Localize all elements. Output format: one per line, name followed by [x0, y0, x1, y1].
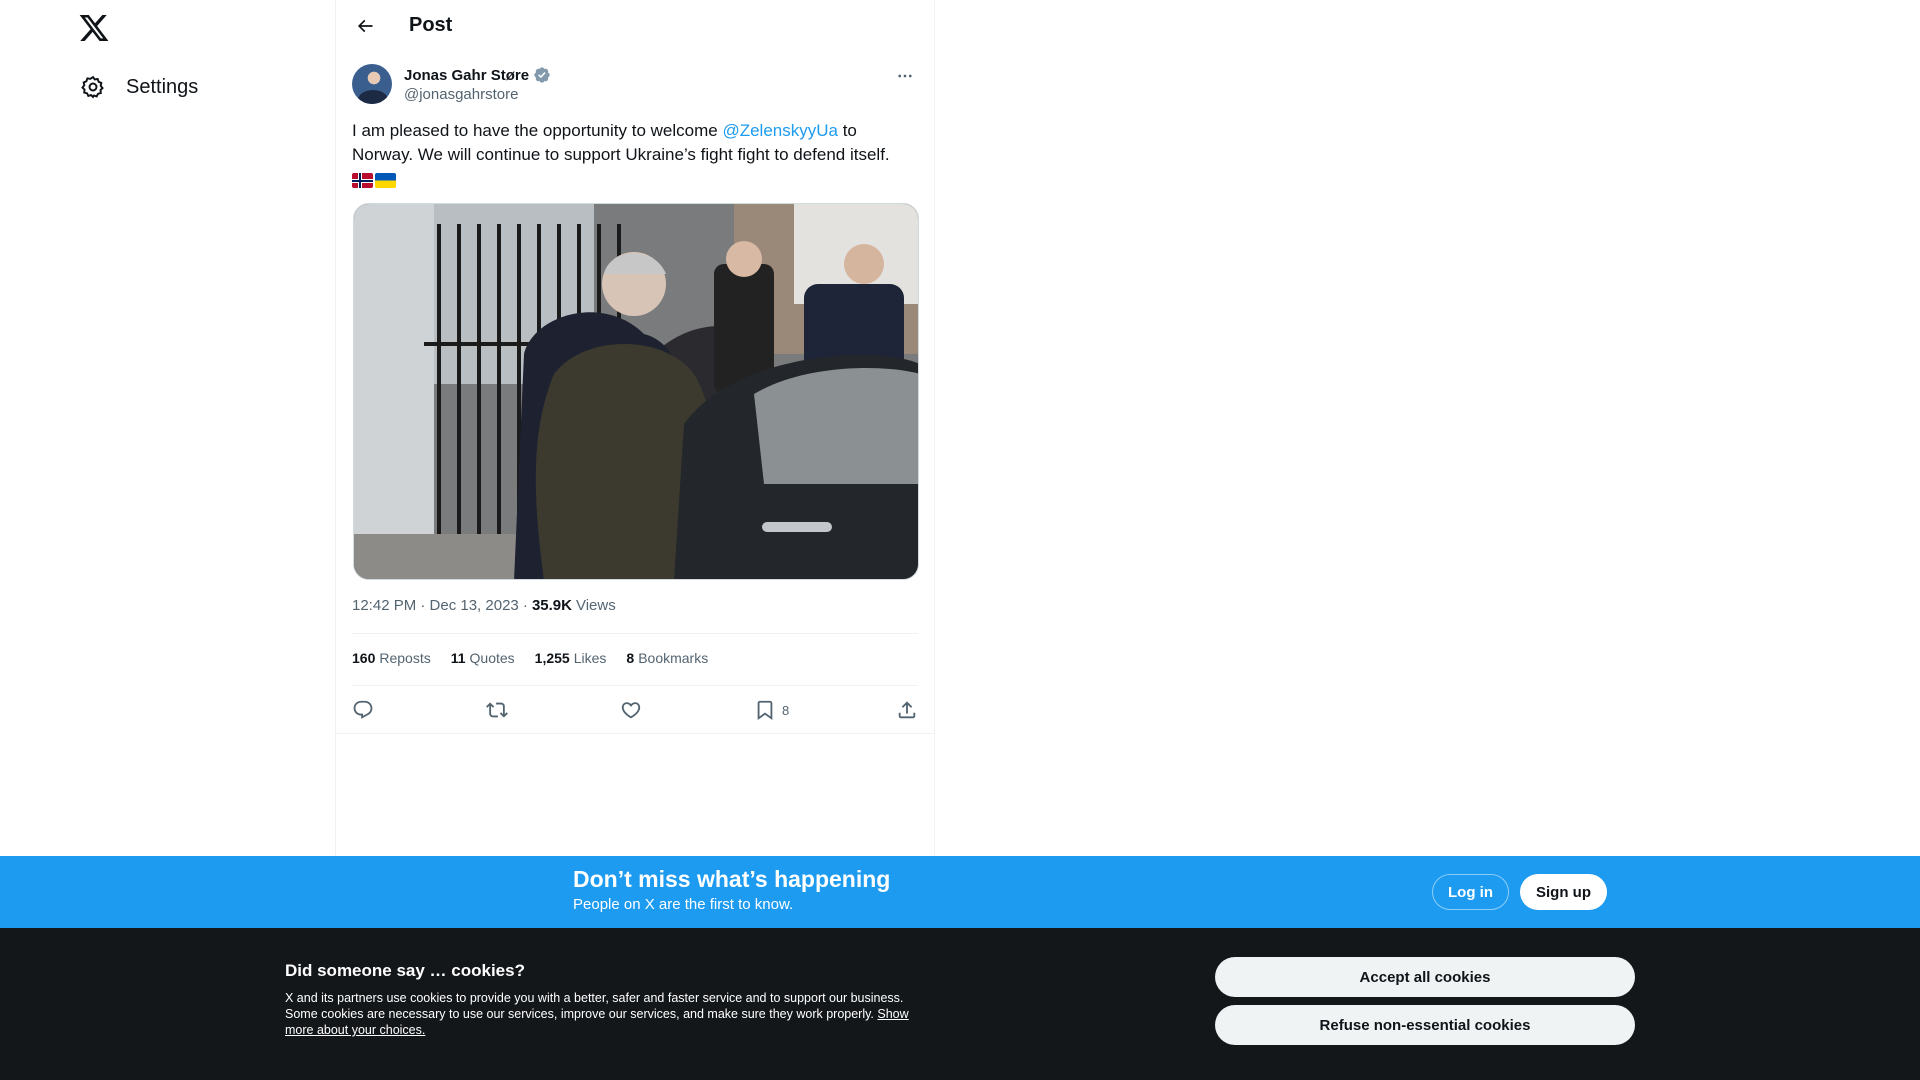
mention-link[interactable]: @ZelenskyyUa	[722, 121, 838, 140]
author-name-row[interactable]: Jonas Gahr Støre	[404, 66, 551, 84]
arrow-left-icon	[357, 19, 373, 33]
post-actions: 8	[352, 695, 918, 725]
stat-likes[interactable]: 1,255 Likes	[535, 650, 607, 672]
more-options-button[interactable]	[892, 66, 918, 86]
reply-button[interactable]	[352, 695, 374, 725]
bookmark-count: 8	[782, 702, 790, 718]
flag-emojis	[352, 173, 396, 189]
reply-icon	[353, 700, 373, 719]
divider	[352, 685, 918, 686]
refuse-cookies-button[interactable]: Refuse non-essential cookies	[1215, 1005, 1635, 1045]
back-button[interactable]	[348, 9, 382, 43]
cookie-consent: Did someone say … cookies? X and its par…	[0, 928, 1920, 1080]
banner-subtext: People on X are the first to know.	[573, 896, 794, 913]
cookie-body-text: X and its partners use cookies to provid…	[285, 991, 904, 1021]
post-meta: 12:42 PM · Dec 13, 2023 · 35.9K Views	[352, 597, 616, 614]
post-timestamp[interactable]: 12:42 PM · Dec 13, 2023 ·	[352, 597, 528, 614]
bookmark-button[interactable]: 8	[754, 695, 789, 725]
post-text-part: I am pleased to have the opportunity to …	[352, 121, 723, 140]
repost-icon	[486, 702, 508, 718]
stat-reposts[interactable]: 160 Reposts	[352, 650, 431, 672]
signup-banner: Don’t miss what’s happening People on X …	[0, 856, 1920, 928]
views-label: Views	[575, 597, 616, 614]
stat-quotes[interactable]: 11 Quotes	[451, 650, 515, 672]
divider	[352, 633, 918, 634]
share-button[interactable]	[896, 695, 918, 725]
repost-button[interactable]	[486, 695, 508, 725]
cookie-body: X and its partners use cookies to provid…	[285, 990, 915, 1038]
more-icon	[898, 74, 912, 78]
ukraine-flag-icon	[375, 173, 396, 189]
banner-heading: Don’t miss what’s happening	[573, 866, 891, 892]
verified-badge-icon	[534, 67, 550, 83]
post-text: I am pleased to have the opportunity to …	[352, 119, 918, 191]
gear-icon	[80, 74, 106, 100]
post-author: Jonas Gahr Støre @jonasgahrstore	[352, 64, 918, 106]
nav-settings-label: Settings	[126, 75, 199, 98]
norway-flag-icon	[352, 173, 373, 189]
cookie-heading: Did someone say … cookies?	[285, 961, 525, 980]
login-button[interactable]: Log in	[1432, 874, 1509, 910]
post-stats: 160 Reposts 11 Quotes 1,255 Likes 8 Bookmark…	[352, 650, 708, 672]
like-button[interactable]	[620, 695, 642, 725]
stat-bookmarks[interactable]: 8 Bookmarks	[626, 650, 708, 672]
post-header: Post	[336, 0, 934, 53]
share-icon	[898, 701, 916, 719]
nav-item-settings[interactable]: Settings	[68, 68, 210, 106]
author-name[interactable]: Jonas Gahr Støre	[404, 67, 529, 84]
views-count: 35.9K	[531, 597, 572, 614]
bookmark-icon	[757, 700, 773, 721]
accept-cookies-button[interactable]: Accept all cookies	[1215, 957, 1635, 997]
heart-icon	[621, 702, 641, 719]
author-handle[interactable]: @jonasgahrstore	[404, 86, 518, 103]
avatar[interactable]	[352, 64, 392, 104]
post-image[interactable]	[353, 203, 919, 580]
signup-button[interactable]: Sign up	[1520, 874, 1607, 910]
divider	[336, 733, 934, 734]
x-logo-icon[interactable]	[78, 12, 110, 44]
page-title: Post	[409, 14, 453, 36]
